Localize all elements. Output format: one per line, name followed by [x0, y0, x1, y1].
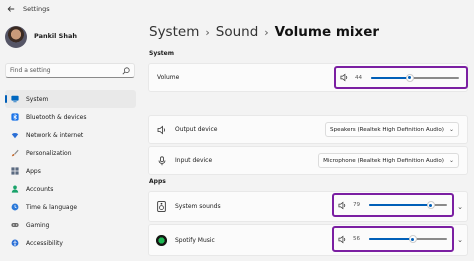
- volume-slider-thumb[interactable]: [405, 73, 414, 82]
- person-icon: [11, 185, 19, 193]
- volume-slider[interactable]: [371, 73, 459, 82]
- volume-label: Volume: [157, 74, 180, 81]
- app-label: Spotify Music: [175, 236, 215, 244]
- breadcrumb-sound[interactable]: Sound: [216, 24, 259, 40]
- breadcrumb-system[interactable]: System: [149, 24, 199, 40]
- sidebar-item-label: Bluetooth & devices: [26, 113, 87, 121]
- speaker-icon: [157, 125, 165, 134]
- app-title: Settings: [23, 5, 50, 13]
- volume-slider-fill: [371, 76, 410, 79]
- chevron-down-icon: ⌄: [448, 126, 454, 133]
- app-volume-slider-thumb[interactable]: [408, 235, 417, 243]
- breadcrumb-separator: ›: [264, 25, 269, 39]
- app-volume-slider[interactable]: [369, 235, 447, 243]
- main-content: System › Sound › Volume mixer System Vol…: [140, 18, 474, 261]
- app-slider-group: 56: [332, 226, 454, 252]
- sidebar-item-label: Accessibility: [26, 239, 63, 247]
- app-volume-slider-fill: [369, 204, 431, 206]
- search-input[interactable]: Find a setting: [5, 63, 135, 78]
- bluetooth-icon: [11, 113, 19, 121]
- app-label: System sounds: [175, 203, 221, 210]
- input-device-dropdown[interactable]: Microphone (Realtek High Definition Audi…: [318, 153, 459, 168]
- chevron-down-icon[interactable]: ⌄: [457, 203, 463, 211]
- sidebar: Pankil Shah Find a setting System Blueto…: [0, 18, 140, 261]
- sidebar-item-personalization[interactable]: Personalization: [5, 144, 136, 162]
- back-arrow-icon[interactable]: [4, 2, 18, 16]
- volume-slider-group: 44: [334, 66, 468, 89]
- sidebar-item-label: System: [26, 95, 49, 103]
- app-card-spotify: Spotify Music 56 ⌄: [148, 224, 468, 256]
- search-icon: [122, 66, 130, 74]
- app-volume-value: 56: [353, 236, 361, 242]
- system-sounds-icon: [157, 201, 166, 212]
- section-apps-label: Apps: [149, 178, 166, 185]
- brush-icon: [11, 149, 19, 157]
- app-volume-value: 79: [353, 202, 361, 208]
- sidebar-item-network[interactable]: Network & internet: [5, 126, 136, 144]
- output-device-value: Speakers (Realtek High Definition Audio): [330, 126, 444, 133]
- spotify-icon: [156, 234, 167, 246]
- sidebar-item-gaming[interactable]: Gaming: [5, 216, 136, 234]
- output-device-card: Output device Speakers (Realtek High Def…: [148, 115, 468, 144]
- sidebar-item-label: Network & internet: [26, 131, 84, 139]
- input-device-card: Input device Microphone (Realtek High De…: [148, 146, 468, 175]
- title-bar: Settings: [0, 0, 474, 18]
- speaker-icon[interactable]: [338, 201, 347, 210]
- volume-value: 44: [355, 74, 363, 81]
- globe-clock-icon: [11, 203, 19, 211]
- app-card-system-sounds: System sounds 79 ⌄: [148, 191, 468, 222]
- apps-icon: [11, 167, 19, 175]
- avatar[interactable]: [5, 26, 27, 48]
- app-volume-slider-fill: [369, 238, 413, 240]
- app-volume-slider[interactable]: [369, 201, 447, 209]
- app-slider-group: 79: [332, 193, 454, 217]
- sidebar-item-system[interactable]: System: [5, 90, 136, 108]
- user-profile[interactable]: Pankil Shah: [5, 26, 77, 48]
- sidebar-item-bluetooth[interactable]: Bluetooth & devices: [5, 108, 136, 126]
- microphone-icon: [158, 155, 166, 165]
- input-device-label: Input device: [175, 157, 213, 164]
- sidebar-item-label: Apps: [26, 167, 41, 175]
- sidebar-item-apps[interactable]: Apps: [5, 162, 136, 180]
- sidebar-item-accessibility[interactable]: Accessibility: [5, 234, 136, 252]
- sidebar-nav: System Bluetooth & devices Network & int…: [5, 90, 136, 252]
- breadcrumb: System › Sound › Volume mixer: [149, 24, 379, 40]
- gamepad-icon: [11, 223, 19, 227]
- chevron-down-icon[interactable]: ⌄: [457, 236, 463, 244]
- sidebar-item-label: Personalization: [26, 149, 72, 157]
- sidebar-item-label: Gaming: [26, 221, 50, 229]
- profile-name: Pankil Shah: [34, 32, 77, 40]
- accessibility-icon: [11, 239, 19, 247]
- sidebar-item-label: Time & language: [26, 203, 78, 211]
- output-device-dropdown[interactable]: Speakers (Realtek High Definition Audio)…: [325, 122, 459, 137]
- search-placeholder: Find a setting: [10, 67, 51, 74]
- sidebar-item-label: Accounts: [26, 185, 54, 193]
- section-system-label: System: [149, 50, 174, 57]
- input-device-value: Microphone (Realtek High Definition Audi…: [323, 157, 444, 164]
- breadcrumb-separator: ›: [205, 25, 210, 39]
- wifi-icon: [11, 132, 19, 139]
- speaker-icon[interactable]: [340, 73, 349, 82]
- sidebar-item-time-language[interactable]: Time & language: [5, 198, 136, 216]
- monitor-icon: [11, 95, 19, 103]
- chevron-down-icon: ⌄: [448, 157, 454, 164]
- speaker-icon[interactable]: [338, 235, 347, 244]
- volume-card: Volume 44: [148, 63, 468, 92]
- output-device-label: Output device: [175, 126, 218, 133]
- page-title: Volume mixer: [274, 24, 380, 40]
- sidebar-item-accounts[interactable]: Accounts: [5, 180, 136, 198]
- app-volume-slider-thumb[interactable]: [426, 201, 435, 209]
